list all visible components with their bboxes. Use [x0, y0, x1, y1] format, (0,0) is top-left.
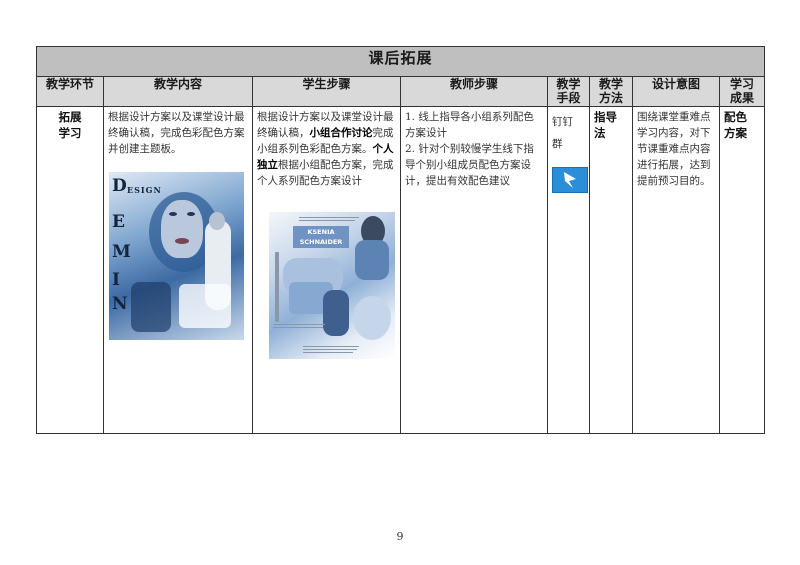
dingtalk-icon	[552, 167, 588, 193]
stage-line-2: 学习	[58, 126, 82, 140]
student-text-3: 根据小组配色方案，完成个人系列配色方案设计	[257, 159, 394, 187]
moodboard-letter-i: I	[112, 270, 120, 290]
student-text: 根据设计方案以及课堂设计最终确认稿，小组合作讨论完成小组系列色彩配色方案。个人独…	[253, 107, 400, 191]
means-line-2: 群	[552, 138, 563, 150]
stage-line-1: 拓展	[58, 110, 82, 124]
moodboard-letter-d: D	[112, 176, 127, 196]
cell-means: 钉钉群	[547, 106, 590, 434]
header-teacher: 教师步骤	[400, 76, 548, 107]
header-intent: 设计意图	[632, 76, 720, 107]
content-text: 根据设计方案以及课堂设计最终确认稿，完成色彩配色方案并创建主题板。	[108, 111, 245, 155]
header-method: 教学 方法	[589, 76, 633, 107]
teacher-step-1: 1. 线上指导各小组系列配色方案设计	[405, 111, 534, 139]
header-stage: 教学环节	[36, 76, 104, 107]
cell-content: 根据设计方案以及课堂设计最终确认稿，完成色彩配色方案并创建主题板。 ESIGN …	[103, 106, 253, 434]
cell-outcome: 配色 方案	[718, 106, 766, 434]
moodboard-word: ESIGN	[127, 185, 162, 195]
header-outcome-2: 成果	[730, 91, 755, 105]
moodboard-image-ksenia: KSENIA SCHNAIDER	[269, 212, 395, 359]
cell-student: 根据设计方案以及课堂设计最终确认稿，小组合作讨论完成小组系列色彩配色方案。个人独…	[252, 106, 401, 434]
moodboard-letter-m: M	[112, 242, 131, 262]
moodboard-image-demin: ESIGN D E M I N	[109, 172, 244, 340]
outcome-line-2: 方案	[724, 126, 747, 140]
header-means-1: 教学	[556, 77, 581, 91]
cell-method: 指导法	[589, 106, 633, 434]
intent-text: 围绕课堂重难点学习内容，对下节课重难点内容进行拓展，达到提前预习目的。	[637, 111, 711, 187]
moodboard-letter-e: E	[112, 212, 125, 232]
table-row: 拓展学习 根据设计方案以及课堂设计最终确认稿，完成色彩配色方案并创建主题板。 E…	[36, 106, 766, 434]
header-content: 教学内容	[103, 76, 253, 107]
method-line-1: 指导	[594, 110, 617, 124]
header-method-2: 方法	[598, 91, 623, 105]
header-method-1: 教学	[598, 77, 623, 91]
lesson-table: 课后拓展 教学环节 教学内容 学生步骤 教师步骤 教学 手段 教学 方法 设计意图 …	[35, 46, 766, 434]
moodboard-name-1: KSENIA	[307, 228, 335, 236]
method-line-2: 法	[594, 126, 606, 140]
outcome-line-1: 配色	[724, 110, 747, 124]
means-line-1: 钉钉	[552, 116, 573, 128]
page-number: 9	[396, 530, 404, 543]
header-means: 教学 手段	[547, 76, 590, 107]
student-bold-1: 小组合作讨论	[309, 127, 373, 139]
teacher-step-2: 2. 针对个别较慢学生线下指导个别小组成员配色方案设计，提出有效配色建议	[405, 143, 534, 187]
cell-intent: 围绕课堂重难点学习内容，对下节课重难点内容进行拓展，达到提前预习目的。	[632, 106, 720, 434]
cell-teacher: 1. 线上指导各小组系列配色方案设计 2. 针对个别较慢学生线下指导个别小组成员…	[400, 106, 548, 434]
moodboard-letter-n: N	[112, 294, 128, 314]
table-title: 课后拓展	[35, 46, 766, 77]
header-student: 学生步骤	[252, 76, 401, 107]
header-means-2: 手段	[556, 91, 581, 105]
cell-stage: 拓展 学习	[36, 106, 104, 434]
moodboard-name-2: SCHNAIDER	[299, 238, 343, 246]
header-outcome: 学习 成果	[718, 76, 766, 107]
header-outcome-1: 学习	[730, 77, 755, 91]
moodboard-name-box: KSENIA SCHNAIDER	[293, 226, 349, 248]
